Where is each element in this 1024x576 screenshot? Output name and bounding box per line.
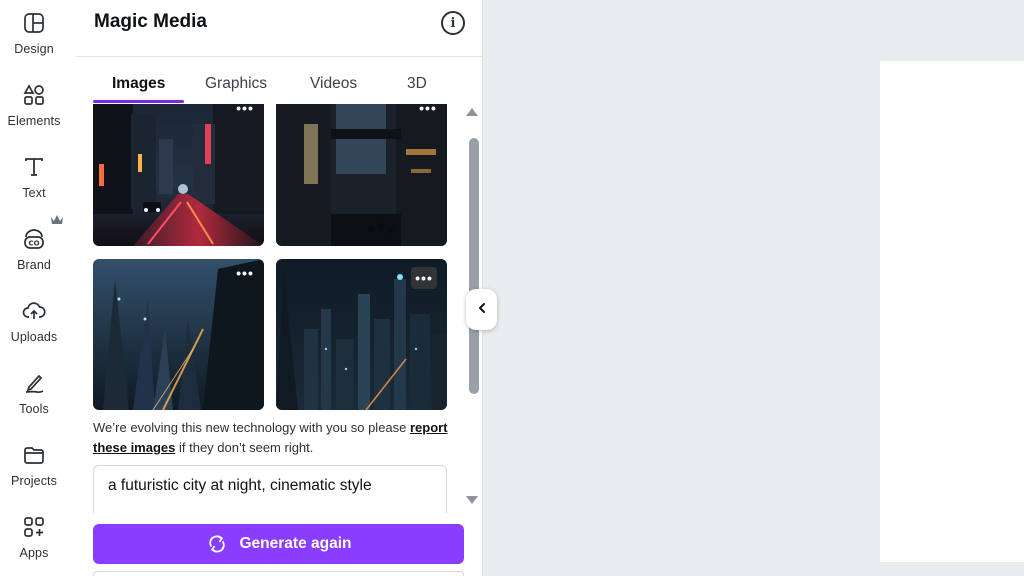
notice-text-end: if they don’t seem right. bbox=[175, 440, 314, 455]
rail-item-label: Design bbox=[14, 42, 54, 56]
folder-icon bbox=[21, 442, 47, 468]
generate-again-label: Generate again bbox=[239, 535, 352, 552]
tab-videos[interactable]: Videos bbox=[310, 75, 357, 93]
generated-image-2[interactable]: ••• bbox=[276, 104, 447, 246]
tab-graphics[interactable]: Graphics bbox=[205, 75, 267, 93]
magic-media-panel: Magic Media i Images Graphics Videos 3D bbox=[76, 0, 483, 576]
rail-item-elements[interactable]: Elements bbox=[0, 72, 68, 138]
rail-item-label: Apps bbox=[19, 546, 49, 560]
rail-item-design[interactable]: Design bbox=[0, 0, 68, 66]
rail-item-text[interactable]: Text bbox=[0, 144, 68, 210]
scroll-up-arrow[interactable] bbox=[466, 108, 478, 116]
rail-item-label: Tools bbox=[19, 402, 49, 416]
generate-again-button[interactable]: Generate again bbox=[93, 524, 464, 564]
info-icon[interactable]: i bbox=[441, 11, 465, 35]
rail-item-label: Brand bbox=[17, 258, 51, 272]
feedback-notice: We’re evolving this new technology with … bbox=[93, 418, 453, 458]
secondary-button-edge[interactable] bbox=[93, 571, 464, 576]
text-icon bbox=[21, 154, 47, 180]
image-results-grid: ••• ••• ••• ••• bbox=[93, 104, 448, 410]
tab-3d[interactable]: 3D bbox=[407, 75, 427, 93]
more-options-icon[interactable]: ••• bbox=[411, 267, 437, 289]
tab-images[interactable]: Images bbox=[112, 75, 165, 93]
rail-item-label: Elements bbox=[7, 114, 61, 128]
generated-image-1[interactable]: ••• bbox=[93, 104, 264, 246]
chevron-left-icon bbox=[477, 301, 487, 319]
more-options-icon[interactable]: ••• bbox=[417, 104, 439, 116]
design-canvas-page[interactable] bbox=[880, 61, 1024, 562]
rail-item-uploads[interactable]: Uploads bbox=[0, 288, 68, 354]
layout-icon bbox=[21, 10, 47, 36]
header-divider bbox=[76, 56, 483, 57]
notice-text: We’re evolving this new technology with … bbox=[93, 420, 410, 435]
svg-text:CO: CO bbox=[28, 240, 39, 248]
generated-image-3[interactable]: ••• bbox=[93, 259, 264, 410]
media-tabs: Images Graphics Videos 3D bbox=[93, 66, 463, 104]
brand-icon: CO bbox=[21, 226, 47, 252]
more-options-icon[interactable]: ••• bbox=[234, 104, 256, 116]
rail-item-apps[interactable]: Apps bbox=[0, 504, 68, 570]
rail-item-label: Text bbox=[22, 186, 46, 200]
panel-title: Magic Media bbox=[94, 11, 207, 32]
refresh-icon bbox=[206, 533, 228, 555]
generated-image-4[interactable]: ••• bbox=[276, 259, 447, 410]
apps-grid-icon bbox=[21, 514, 47, 540]
rail-item-tools[interactable]: Tools bbox=[0, 360, 68, 426]
side-rail: Design Elements Text CO Brand Uploads To… bbox=[0, 0, 76, 576]
active-tab-indicator bbox=[93, 100, 184, 103]
pen-tool-icon bbox=[21, 370, 47, 396]
cloud-upload-icon bbox=[21, 298, 47, 324]
collapse-panel-button[interactable] bbox=[466, 289, 497, 330]
prompt-input[interactable]: a futuristic city at night, cinematic st… bbox=[93, 465, 447, 513]
scroll-down-arrow[interactable] bbox=[466, 496, 478, 504]
rail-item-label: Projects bbox=[11, 474, 57, 488]
shapes-icon bbox=[21, 82, 47, 108]
crown-icon bbox=[50, 213, 64, 225]
rail-item-label: Uploads bbox=[10, 330, 58, 344]
scrollbar-thumb[interactable] bbox=[469, 138, 479, 394]
more-options-icon[interactable]: ••• bbox=[234, 265, 256, 281]
rail-item-projects[interactable]: Projects bbox=[0, 432, 68, 498]
